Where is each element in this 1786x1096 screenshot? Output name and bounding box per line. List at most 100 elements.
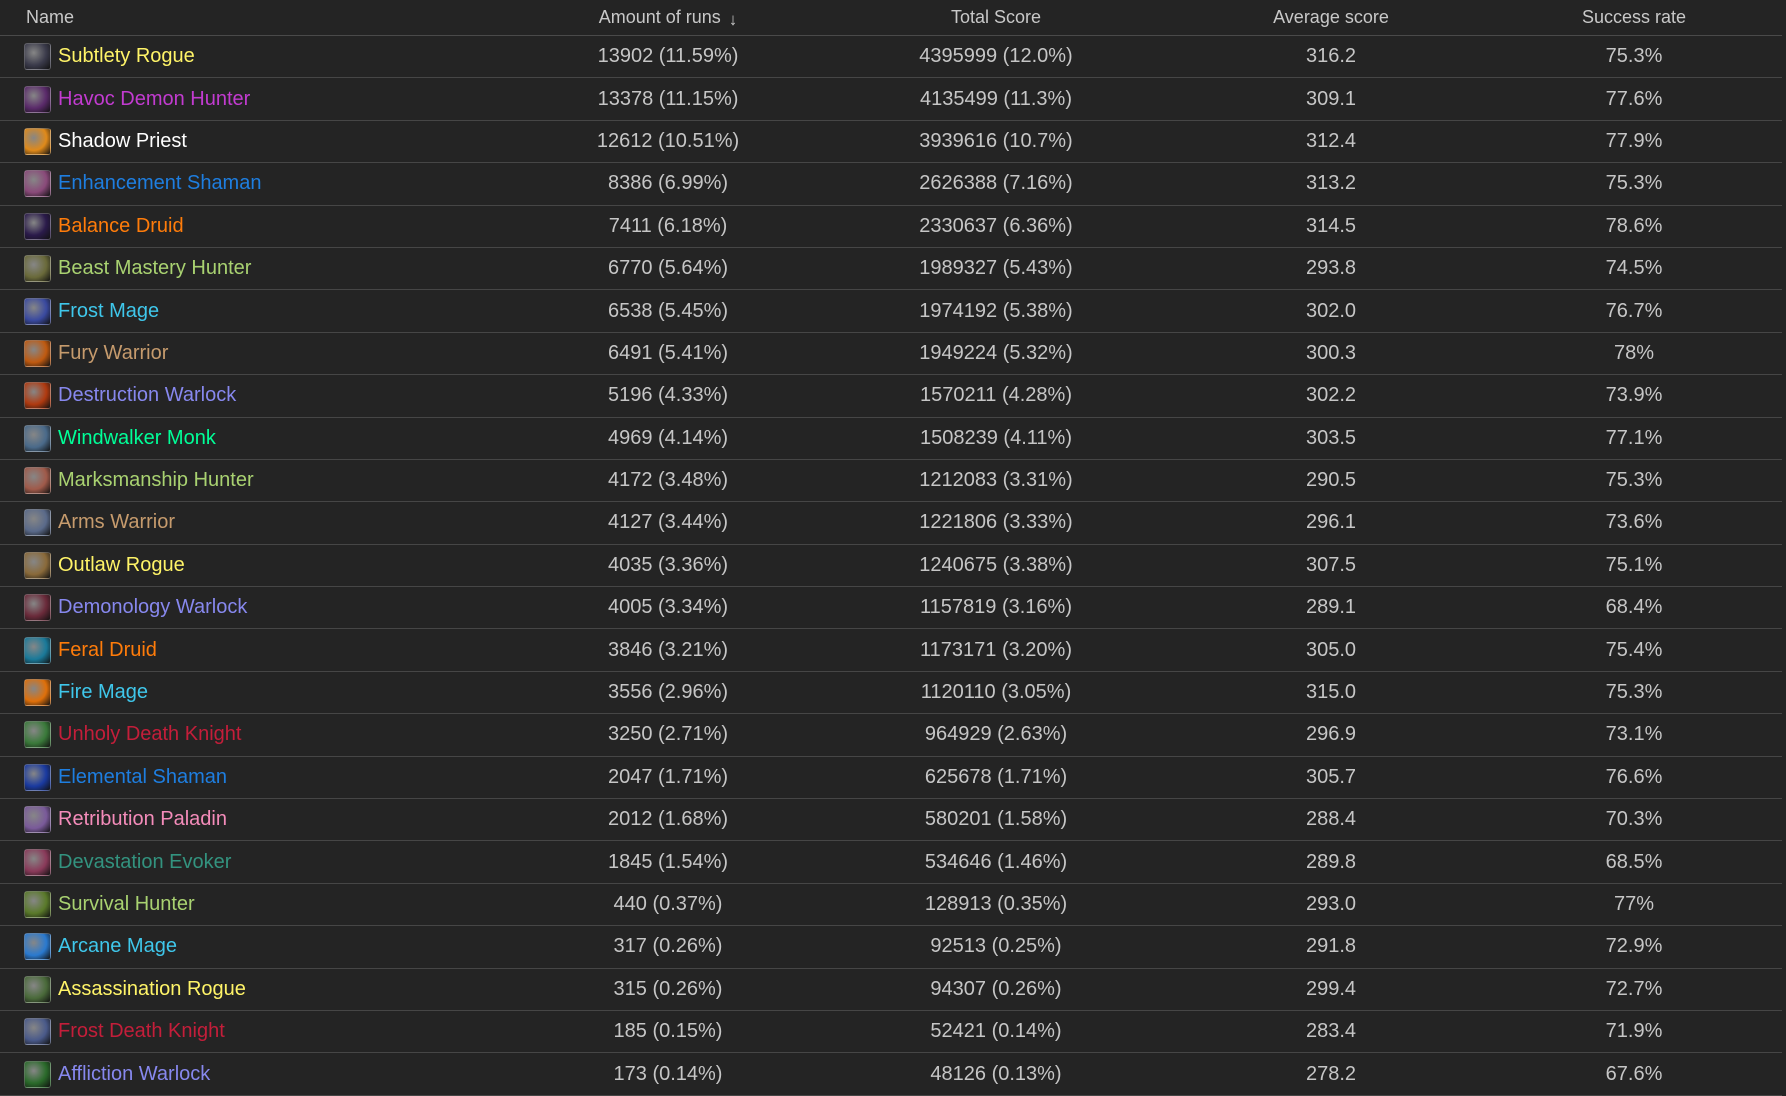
average-score-cell: 289.1 (1305, 596, 1357, 619)
header-runs[interactable]: Amount of runs ↓ (520, 7, 816, 30)
table-row[interactable]: Elemental Shaman 2047 (1.71%) 625678 (1.… (0, 757, 1782, 800)
table-row[interactable]: Demonology Warlock 4005 (3.34%) 1157819 … (0, 587, 1782, 630)
header-total[interactable]: Total Score (816, 7, 1176, 28)
spec-name-link[interactable]: Devastation Evoker (58, 851, 231, 874)
table-row[interactable]: Fury Warrior 6491 (5.41%) 1949224 (5.32%… (0, 333, 1782, 376)
total-score-cell: 1240675 (3.38%) (919, 553, 1073, 576)
spec-name-link[interactable]: Subtlety Rogue (58, 45, 195, 68)
shadow-priest-icon (24, 127, 51, 155)
spec-name-link[interactable]: Destruction Warlock (58, 384, 236, 407)
table-row[interactable]: Enhancement Shaman 8386 (6.99%) 2626388 … (0, 163, 1782, 206)
table-row[interactable]: Survival Hunter 440 (0.37%) 128913 (0.35… (0, 884, 1782, 927)
table-row[interactable]: Arms Warrior 4127 (3.44%) 1221806 (3.33%… (0, 502, 1782, 545)
table-row[interactable]: Unholy Death Knight 3250 (2.71%) 964929 … (0, 714, 1782, 757)
header-success[interactable]: Success rate (1486, 7, 1782, 28)
table-row[interactable]: Shadow Priest 12612 (10.51%) 3939616 (10… (0, 121, 1782, 164)
arcane-mage-icon (24, 933, 51, 961)
total-score-cell: 534646 (1.46%) (924, 850, 1068, 873)
affliction-warlock-icon (24, 1060, 51, 1088)
spec-name-link[interactable]: Windwalker Monk (58, 427, 216, 450)
average-score-cell: 289.8 (1305, 850, 1357, 873)
average-score-cell: 278.2 (1305, 1062, 1357, 1085)
success-rate-cell: 75.3% (1605, 45, 1663, 68)
success-rate-cell: 77.1% (1605, 426, 1663, 449)
spec-name-link[interactable]: Outlaw Rogue (58, 554, 185, 577)
arrow-down-icon[interactable]: ↓ (729, 10, 738, 30)
average-score-cell: 316.2 (1305, 45, 1357, 68)
runs-cell: 317 (0.26%) (613, 935, 723, 958)
row-name-cell: Subtlety Rogue (0, 43, 520, 71)
destruction-warlock-icon (24, 382, 51, 410)
table-row[interactable]: Destruction Warlock 5196 (4.33%) 1570211… (0, 375, 1782, 418)
spec-name-link[interactable]: Frost Mage (58, 300, 159, 323)
row-name-cell: Destruction Warlock (0, 382, 520, 410)
table-row[interactable]: Devastation Evoker 1845 (1.54%) 534646 (… (0, 841, 1782, 884)
table-row[interactable]: Outlaw Rogue 4035 (3.36%) 1240675 (3.38%… (0, 545, 1782, 588)
table-row[interactable]: Beast Mastery Hunter 6770 (5.64%) 198932… (0, 248, 1782, 291)
total-score-cell: 128913 (0.35%) (924, 893, 1068, 915)
success-rate-cell: 72.9% (1605, 935, 1663, 958)
spec-name-link[interactable]: Enhancement Shaman (58, 172, 261, 195)
spec-name-link[interactable]: Fire Mage (58, 681, 148, 704)
row-name-cell: Frost Mage (0, 297, 520, 325)
spec-name-link[interactable]: Feral Druid (58, 639, 157, 662)
spec-name-link[interactable]: Beast Mastery Hunter (58, 257, 251, 280)
runs-cell: 5196 (4.33%) (607, 384, 729, 407)
total-score-cell: 2330637 (6.36%) (919, 214, 1073, 237)
table-row[interactable]: Fire Mage 3556 (2.96%) 1120110 (3.05%) 3… (0, 672, 1782, 715)
header-avg[interactable]: Average score (1176, 7, 1486, 28)
success-rate-cell: 73.9% (1605, 384, 1663, 407)
spec-name-link[interactable]: Arcane Mage (58, 935, 177, 958)
spec-name-link[interactable]: Havoc Demon Hunter (58, 88, 250, 111)
header-name[interactable]: Name (0, 7, 520, 28)
table-row[interactable]: Windwalker Monk 4969 (4.14%) 1508239 (4.… (0, 418, 1782, 460)
table-row[interactable]: Arcane Mage 317 (0.26%) 92513 (0.25%) 29… (0, 926, 1782, 969)
runs-cell: 6491 (5.41%) (607, 341, 729, 364)
spec-name-link[interactable]: Arms Warrior (58, 511, 175, 534)
table-row[interactable]: Feral Druid 3846 (3.21%) 1173171 (3.20%)… (0, 629, 1782, 672)
spec-name-link[interactable]: Unholy Death Knight (58, 723, 241, 746)
row-name-cell: Feral Druid (0, 636, 520, 664)
spec-name-link[interactable]: Marksmanship Hunter (58, 469, 254, 492)
table-row[interactable]: Frost Death Knight 185 (0.15%) 52421 (0.… (0, 1011, 1782, 1054)
spec-name-link[interactable]: Elemental Shaman (58, 766, 227, 789)
runs-cell: 2047 (1.71%) (607, 765, 729, 788)
success-rate-cell: 75.1% (1605, 553, 1663, 576)
spec-name-link[interactable]: Shadow Priest (58, 130, 187, 153)
spec-name-link[interactable]: Affliction Warlock (58, 1063, 210, 1086)
spec-name-link[interactable]: Frost Death Knight (58, 1020, 225, 1043)
table-row[interactable]: Balance Druid 7411 (6.18%) 2330637 (6.36… (0, 206, 1782, 248)
spec-name-link[interactable]: Fury Warrior (58, 342, 168, 365)
runs-cell: 1845 (1.54%) (607, 850, 729, 873)
table-row[interactable]: Affliction Warlock 173 (0.14%) 48126 (0.… (0, 1053, 1782, 1096)
average-score-cell: 314.5 (1305, 214, 1357, 237)
row-name-cell: Affliction Warlock (0, 1060, 520, 1088)
average-score-cell: 296.1 (1305, 511, 1357, 534)
row-name-cell: Marksmanship Hunter (0, 467, 520, 495)
windwalker-monk-icon (24, 424, 51, 452)
table-row[interactable]: Marksmanship Hunter 4172 (3.48%) 1212083… (0, 460, 1782, 503)
total-score-cell: 92513 (0.25%) (930, 935, 1062, 958)
row-name-cell: Elemental Shaman (0, 763, 520, 791)
spec-name-link[interactable]: Retribution Paladin (58, 808, 227, 831)
fury-warrior-icon (24, 339, 51, 367)
table-row[interactable]: Havoc Demon Hunter 13378 (11.15%) 413549… (0, 78, 1782, 121)
spec-name-link[interactable]: Survival Hunter (58, 893, 195, 916)
table-row[interactable]: Frost Mage 6538 (5.45%) 1974192 (5.38%) … (0, 290, 1782, 333)
row-name-cell: Balance Druid (0, 212, 520, 240)
total-score-cell: 1212083 (3.31%) (919, 469, 1073, 492)
table-row[interactable]: Assassination Rogue 315 (0.26%) 94307 (0… (0, 969, 1782, 1011)
success-rate-cell: 78.6% (1605, 214, 1663, 237)
survival-hunter-icon (24, 891, 51, 918)
total-score-cell: 1570211 (4.28%) (920, 384, 1072, 407)
table-row[interactable]: Subtlety Rogue 13902 (11.59%) 4395999 (1… (0, 36, 1782, 79)
spec-name-link[interactable]: Balance Druid (58, 215, 184, 238)
table-row[interactable]: Retribution Paladin 2012 (1.68%) 580201 … (0, 799, 1782, 842)
spec-name-link[interactable]: Assassination Rogue (58, 978, 246, 1001)
runs-cell: 2012 (1.68%) (607, 808, 729, 831)
success-rate-cell: 71.9% (1605, 1020, 1663, 1043)
average-score-cell: 302.2 (1305, 384, 1357, 407)
average-score-cell: 315.0 (1305, 681, 1357, 704)
success-rate-cell: 75.3% (1605, 172, 1663, 195)
spec-name-link[interactable]: Demonology Warlock (58, 596, 247, 619)
